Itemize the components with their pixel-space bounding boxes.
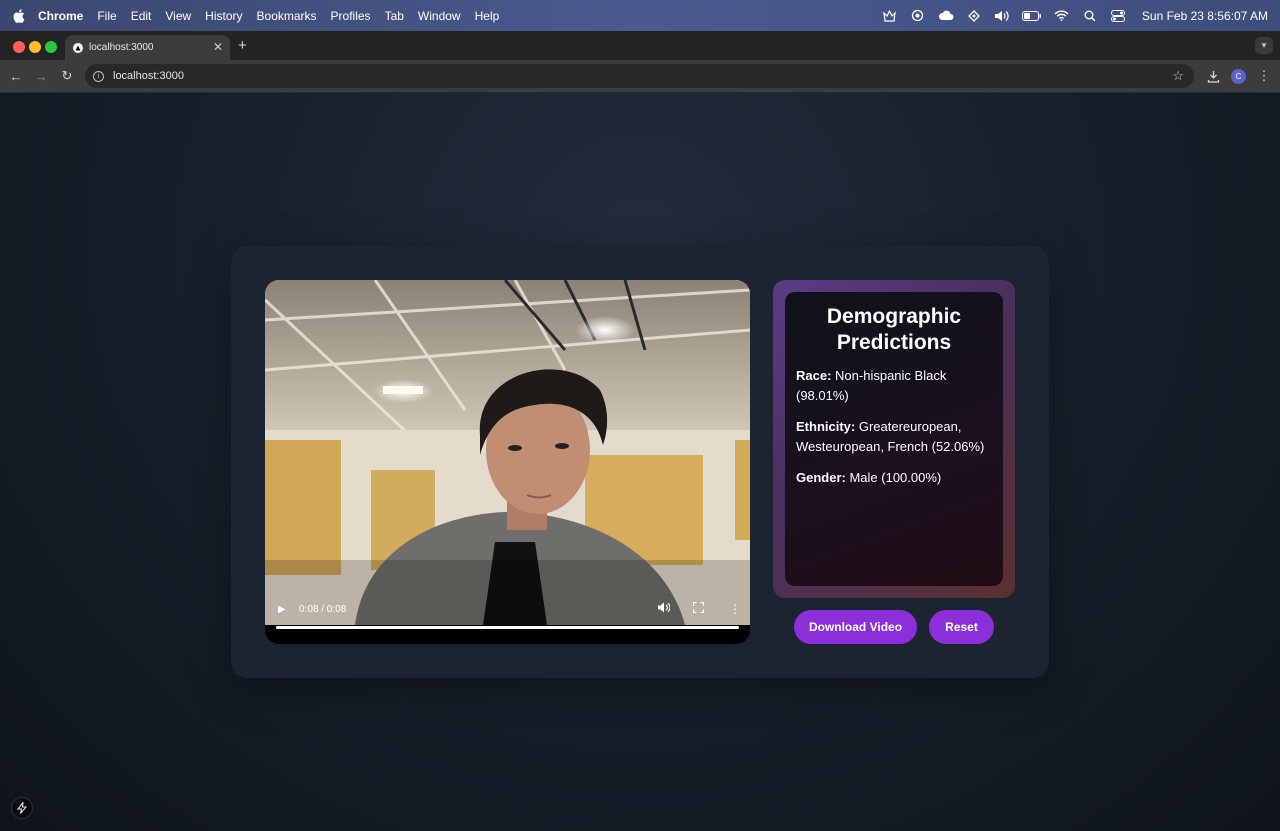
menu-file[interactable]: File [97,9,116,23]
wifi-icon[interactable] [1054,9,1070,23]
bookmark-star-icon[interactable]: ☆ [1172,68,1184,84]
menu-view[interactable]: View [165,9,191,23]
macos-menu-bar: Chrome File Edit View History Bookmarks … [0,0,1280,31]
crown-icon[interactable] [882,9,898,23]
volume-icon[interactable] [658,602,671,616]
location-icon[interactable] [966,9,982,23]
video-progress-bar[interactable] [276,626,739,629]
predictions-title: Demographic Predictions [826,305,962,354]
browser-tab-bar: localhost:3000 ✕ + ▾ [0,31,1280,60]
menu-bookmarks[interactable]: Bookmarks [257,9,317,23]
gender-value: Male (100.00%) [849,470,942,485]
page-background: ▶ 0:08 / 0:08 ⋮ Demographic Predictions … [0,93,1280,831]
menu-chrome[interactable]: Chrome [38,9,83,23]
menu-edit[interactable]: Edit [131,9,152,23]
predictions-content: Demographic Predictions Race: Non-hispan… [785,292,1003,586]
gender-prediction: Gender: Male (100.00%) [796,468,992,488]
predictions-panel: Demographic Predictions Race: Non-hispan… [773,280,1015,598]
window-minimize-button[interactable] [29,41,41,53]
video-frame-image [265,280,750,625]
reset-button[interactable]: Reset [929,610,994,644]
volume-icon[interactable] [994,9,1010,23]
menu-tab[interactable]: Tab [385,9,404,23]
back-arrow-icon[interactable]: ← [8,68,24,84]
browser-tab-active[interactable]: localhost:3000 ✕ [65,35,230,60]
spotlight-search-icon[interactable] [1082,9,1098,23]
ethnicity-prediction: Ethnicity: Greatereuropean, Westeuropean… [796,417,992,457]
gender-label: Gender: [796,470,846,485]
tab-search-chevron-icon[interactable]: ▾ [1255,37,1273,54]
triangle-favicon-icon [73,42,83,53]
cloud-icon[interactable] [938,9,954,23]
control-center-icon[interactable] [1110,9,1126,23]
address-bar[interactable]: i localhost:3000 ☆ [85,64,1194,88]
forward-arrow-icon[interactable]: → [33,68,49,84]
download-icon[interactable] [1205,68,1221,84]
race-label: Race: [796,368,832,383]
ethnicity-label: Ethnicity: [796,419,856,434]
apple-icon[interactable] [13,8,27,23]
video-more-options-icon[interactable]: ⋮ [729,602,741,616]
kebab-menu-icon[interactable]: ⋮ [1256,68,1272,84]
race-prediction: Race: Non-hispanic Black (98.01%) [796,366,992,406]
reload-icon[interactable]: ↻ [59,68,75,84]
tab-title: localhost:3000 [89,42,154,53]
play-icon[interactable]: ▶ [278,604,286,615]
menu-bar-clock[interactable]: Sun Feb 23 8:56:07 AM [1142,9,1268,23]
close-tab-icon[interactable]: ✕ [213,40,223,54]
main-card: ▶ 0:08 / 0:08 ⋮ Demographic Predictions … [231,246,1049,678]
lightning-bolt-icon[interactable] [11,797,33,819]
video-controls: ▶ 0:08 / 0:08 ⋮ [265,594,750,644]
menu-help[interactable]: Help [475,9,500,23]
openai-icon[interactable] [910,9,926,23]
menu-window[interactable]: Window [418,9,461,23]
fullscreen-icon[interactable] [692,601,705,616]
site-info-icon[interactable]: i [93,70,104,82]
browser-toolbar: ← → ↻ i localhost:3000 ☆ C ⋮ [0,60,1280,93]
address-url: localhost:3000 [113,70,184,82]
menu-history[interactable]: History [205,9,242,23]
video-player[interactable]: ▶ 0:08 / 0:08 ⋮ [265,280,750,644]
download-video-button[interactable]: Download Video [794,610,917,644]
menu-bar-status-area: Sun Feb 23 8:56:07 AM [882,0,1268,31]
profile-avatar[interactable]: C [1231,69,1246,84]
video-time: 0:08 / 0:08 [299,604,347,615]
window-zoom-button[interactable] [45,41,57,53]
window-close-button[interactable] [13,41,25,53]
menu-profiles[interactable]: Profiles [331,9,371,23]
new-tab-icon[interactable]: + [238,37,247,54]
battery-icon[interactable] [1021,9,1042,23]
